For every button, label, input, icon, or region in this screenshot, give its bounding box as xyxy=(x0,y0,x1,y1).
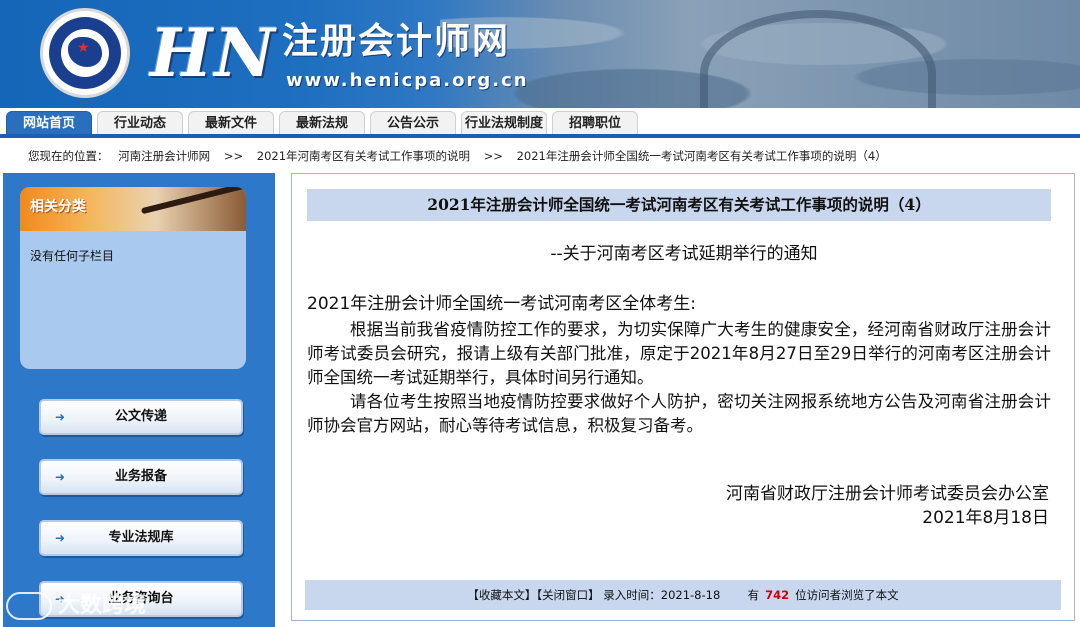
watermark-logo-icon xyxy=(6,592,52,620)
article-signature: 河南省财政厅注册会计师考试委员会办公室 xyxy=(726,484,1049,504)
left-sidebar: 相关分类 没有任何子栏目 ➜ 公文传递 ➜ 业务报备 ➜ 专业法规库 ➜ 业务咨… xyxy=(3,173,275,627)
article-greeting: 2021年注册会计师全国统一考试河南考区全体考生: xyxy=(307,294,696,314)
category-header-image: 相关分类 xyxy=(20,187,246,231)
article-date: 2021年8月18日 xyxy=(922,508,1049,528)
article-paragraph: 根据当前我省疫情防控工作的要求，为切实保障广大考生的健康安全，经河南省财政厅注册… xyxy=(307,320,1051,387)
article-subtitle: --关于河南考区考试延期举行的通知 xyxy=(550,244,818,264)
main-nav: 网站首页 行业动态 最新文件 最新法规 公告公示 行业法规制度 招聘职位 xyxy=(0,108,1080,138)
tab-industry-regulations[interactable]: 行业法规制度 xyxy=(461,111,547,135)
site-title: 注册会计师网 xyxy=(282,21,511,62)
site-banner: ★ HN 注册会计师网 www.henicpa.org.cn xyxy=(0,0,1080,110)
visit-suffix: 位访问者浏览了本文 xyxy=(795,588,899,602)
visit-prefix: 有 xyxy=(747,588,760,602)
breadcrumb-prefix: 您现在的位置： xyxy=(28,149,109,163)
tab-industry-news[interactable]: 行业动态 xyxy=(97,111,183,135)
breadcrumb-current[interactable]: 2021年注册会计师全国统一考试河南考区有关考试工作事项的说明（4） xyxy=(517,149,887,163)
watermark-text: 大数跨境 xyxy=(58,593,147,618)
cpa-association-logo[interactable]: ★ xyxy=(40,8,130,98)
category-empty-text: 没有任何子栏目 xyxy=(30,249,115,263)
breadcrumb-link-home[interactable]: 河南注册会计师网 xyxy=(118,149,210,163)
site-url: www.henicpa.org.cn xyxy=(286,70,529,91)
breadcrumb-separator: >> xyxy=(223,149,244,163)
article-footer: 【收藏本文】【关闭窗口】 录入时间：2021-8-18 有 742 位访问者浏览了本… xyxy=(305,580,1061,610)
article-title: 2021年注册会计师全国统一考试河南考区有关考试工作事项的说明（4） xyxy=(307,189,1051,221)
business-filing-button[interactable]: ➜ 业务报备 xyxy=(39,459,243,495)
related-category-box: 相关分类 没有任何子栏目 xyxy=(20,187,246,369)
tab-home[interactable]: 网站首页 xyxy=(6,111,92,135)
entry-time-value: 2021-8-18 xyxy=(660,588,721,602)
close-window-link[interactable]: 【关闭窗口】 xyxy=(536,588,599,602)
article-panel: 2021年注册会计师全国统一考试河南考区有关考试工作事项的说明（4） --关于河… xyxy=(291,173,1075,621)
nav-underline xyxy=(0,134,1080,138)
breadcrumb-separator: >> xyxy=(483,149,503,163)
category-title: 相关分类 xyxy=(30,199,86,215)
article-paragraph: 请各位考生按照当地疫情防控要求做好个人防护，密切关注网报系统地方公告及河南省注册… xyxy=(307,392,1051,435)
watermark: 大数跨境 xyxy=(6,590,156,622)
tab-recruitment[interactable]: 招聘职位 xyxy=(552,111,638,135)
pen-icon xyxy=(140,187,246,215)
tab-latest-regulations[interactable]: 最新法规 xyxy=(279,111,365,135)
breadcrumb: 您现在的位置： 河南注册会计师网 >> 2021年河南考区有关考试工作事项的说明… xyxy=(28,146,893,166)
breadcrumb-link-topic[interactable]: 2021年河南考区有关考试工作事项的说明 xyxy=(257,149,470,163)
button-label: 业务报备 xyxy=(114,469,167,484)
favorite-link[interactable]: 【收藏本文】 xyxy=(467,588,536,602)
button-label: 公文传递 xyxy=(114,409,167,424)
logo-hn-text: HN xyxy=(150,14,277,92)
button-label: 专业法规库 xyxy=(108,530,174,545)
regulations-library-button[interactable]: ➜ 专业法规库 xyxy=(39,520,243,556)
visit-count: 742 xyxy=(765,588,790,602)
document-delivery-button[interactable]: ➜ 公文传递 xyxy=(39,399,243,435)
entry-time-label: 录入时间： xyxy=(603,588,661,602)
tab-announcements[interactable]: 公告公示 xyxy=(370,111,456,135)
tab-latest-documents[interactable]: 最新文件 xyxy=(188,111,274,135)
